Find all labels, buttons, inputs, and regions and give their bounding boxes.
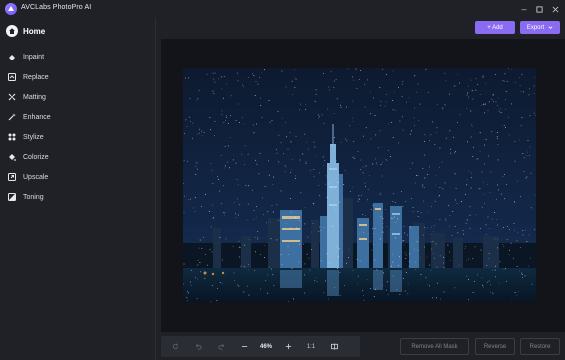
sidebar-item-toning[interactable]: Toning xyxy=(8,191,44,203)
photo-preview xyxy=(183,68,536,302)
home-icon xyxy=(6,25,18,37)
sidebar-item-label: Matting xyxy=(23,93,46,101)
enhance-icon xyxy=(8,113,16,121)
sidebar-item-label: Enhance xyxy=(23,113,51,121)
view-toolbar: 46% 1:1 xyxy=(161,336,360,357)
upscale-icon xyxy=(8,173,16,181)
app-window: AVCLabs PhotoPro AI – Home Inpaint Repla… xyxy=(0,0,565,360)
matting-icon xyxy=(8,93,16,101)
compare-icon xyxy=(330,343,338,350)
stylize-icon xyxy=(8,133,16,141)
sidebar-home[interactable]: Home xyxy=(6,24,45,38)
reset-button[interactable] xyxy=(169,336,181,357)
export-label: Export xyxy=(526,24,545,31)
toning-icon xyxy=(8,193,16,201)
add-button[interactable]: + Add xyxy=(475,21,515,34)
sidebar-item-label: Inpaint xyxy=(23,53,45,61)
title-bar: AVCLabs PhotoPro AI – xyxy=(0,0,565,18)
zoom-out-button[interactable] xyxy=(238,336,250,357)
colorize-icon xyxy=(8,153,16,161)
maximize-icon xyxy=(535,5,543,13)
close-icon xyxy=(552,6,558,12)
app-logo-icon xyxy=(5,3,17,15)
compare-button[interactable] xyxy=(328,336,340,357)
sidebar-item-matting[interactable]: Matting xyxy=(8,91,46,103)
eraser-icon xyxy=(8,53,16,61)
sidebar-item-replace[interactable]: Replace xyxy=(8,71,49,83)
undo-icon xyxy=(195,344,201,350)
chevron-down-icon xyxy=(548,26,553,29)
sidebar-item-label: Toning xyxy=(23,193,44,201)
minus-icon xyxy=(241,346,247,347)
close-button[interactable] xyxy=(549,3,561,15)
sidebar-item-colorize[interactable]: Colorize xyxy=(8,151,49,163)
refresh-icon xyxy=(172,343,178,350)
zoom-in-button[interactable] xyxy=(282,336,294,357)
redo-icon xyxy=(218,344,224,350)
actual-size-button[interactable]: 1:1 xyxy=(303,336,319,357)
replace-icon xyxy=(8,73,16,81)
redo-button[interactable] xyxy=(215,336,227,357)
sidebar-item-enhance[interactable]: Enhance xyxy=(8,111,51,123)
undo-button[interactable] xyxy=(192,336,204,357)
minimize-button[interactable]: – xyxy=(518,3,530,15)
zoom-level: 46% xyxy=(259,343,272,350)
home-label: Home xyxy=(23,26,46,36)
maximize-button[interactable] xyxy=(533,3,545,15)
sidebar-item-stylize[interactable]: Stylize xyxy=(8,131,44,143)
reverse-button[interactable]: Reverse xyxy=(475,338,515,355)
sidebar-item-label: Colorize xyxy=(23,153,49,161)
export-button[interactable]: Export xyxy=(520,21,560,34)
sidebar-item-label: Replace xyxy=(23,73,49,81)
sidebar-item-label: Stylize xyxy=(23,133,44,141)
plus-icon xyxy=(285,343,291,350)
app-title: AVCLabs PhotoPro AI xyxy=(21,4,92,11)
remove-all-mask-button[interactable]: Remove All Mask xyxy=(400,338,469,355)
city-skyline-image xyxy=(183,68,536,302)
sidebar-item-label: Upscale xyxy=(23,173,49,181)
restore-button[interactable]: Restore xyxy=(520,338,560,355)
sidebar-item-inpaint[interactable]: Inpaint xyxy=(8,51,44,63)
sidebar-item-upscale[interactable]: Upscale xyxy=(8,171,48,183)
sidebar: Home Inpaint Replace Matting Enhance Sty… xyxy=(0,18,156,360)
